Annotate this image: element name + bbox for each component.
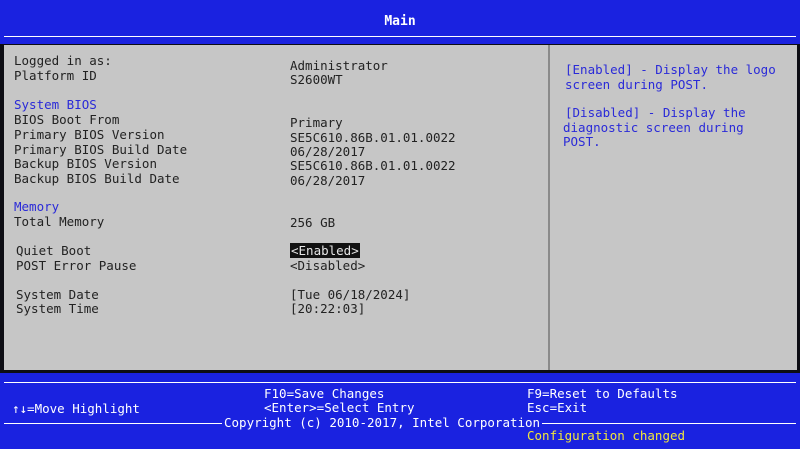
quiet-boot-value: <Enabled>	[290, 243, 360, 258]
logged-in-value: Administrator	[290, 58, 388, 73]
primary-bios-version-label: Primary BIOS Version	[14, 127, 165, 142]
f10-save-hint: F10=Save Changes	[264, 386, 385, 401]
primary-bios-date-label: Primary BIOS Build Date	[14, 142, 188, 157]
status-message: Configuration changed	[527, 428, 686, 443]
help-line-5: POST.	[563, 134, 601, 149]
backup-bios-date-label: Backup BIOS Build Date	[14, 171, 180, 186]
platform-id-label: Platform ID	[14, 68, 97, 83]
copyright-text: Copyright (c) 2010-2017, Intel Corporati…	[222, 415, 543, 430]
footer-rule-top	[4, 382, 796, 383]
help-line-2: screen during POST.	[565, 77, 708, 92]
help-line-1: [Enabled] - Display the logo	[565, 62, 776, 77]
logged-in-label: Logged in as:	[14, 53, 112, 68]
system-time-value[interactable]: [20:22:03]	[290, 301, 365, 316]
system-bios-heading: System BIOS	[14, 97, 97, 112]
quiet-boot-label: Quiet Boot	[16, 243, 92, 258]
help-line-3: [Disabled] - Display the	[565, 105, 746, 120]
memory-heading: Memory	[14, 199, 60, 214]
total-memory-label: Total Memory	[14, 214, 105, 229]
page-title: Main	[384, 14, 416, 29]
system-date-label: System Date	[16, 287, 99, 302]
bios-boot-from-label: BIOS Boot From	[14, 112, 120, 127]
backup-bios-version-label: Backup BIOS Version	[14, 156, 157, 171]
enter-select-hint: <Enter>=Select Entry	[264, 400, 415, 415]
post-error-pause-label: POST Error Pause	[16, 258, 137, 273]
title-rule	[4, 36, 796, 37]
f9-reset-hint: F9=Reset to Defaults	[527, 386, 678, 401]
quiet-boot-option[interactable]: <Enabled>	[290, 243, 360, 258]
post-error-pause-value[interactable]: <Disabled>	[290, 258, 365, 273]
main-panel	[4, 45, 797, 370]
primary-bios-version-value: SE5C610.86B.01.01.0022	[290, 130, 456, 145]
move-highlight-hint: ↑↓=Move Highlight	[12, 401, 140, 416]
help-line-4: diagnostic screen during	[563, 120, 744, 135]
backup-bios-date-value: 06/28/2017	[290, 173, 366, 188]
help-divider	[548, 45, 550, 370]
esc-exit-hint: Esc=Exit	[527, 400, 588, 415]
platform-id-value: S2600WT	[290, 72, 343, 87]
backup-bios-version-value: SE5C610.86B.01.01.0022	[290, 158, 456, 173]
system-date-value[interactable]: [Tue 06/18/2024]	[290, 287, 410, 302]
bios-boot-from-value: Primary	[290, 115, 343, 130]
total-memory-value: 256 GB	[290, 215, 336, 230]
title-bar: Main	[0, 0, 800, 44]
primary-bios-date-value: 06/28/2017	[290, 144, 366, 159]
system-time-label: System Time	[16, 301, 99, 316]
